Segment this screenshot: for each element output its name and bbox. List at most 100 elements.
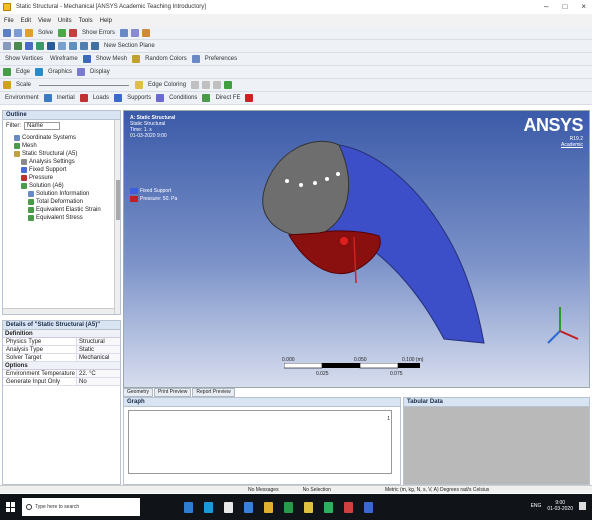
- windows-start-icon[interactable]: [6, 502, 16, 512]
- graphics-icon[interactable]: [35, 68, 44, 76]
- display-icon[interactable]: [77, 68, 86, 76]
- pan-icon[interactable]: [69, 42, 77, 50]
- edge-coloring-icon[interactable]: [135, 81, 144, 89]
- edge-button[interactable]: Edge: [16, 69, 30, 75]
- probe-result-icon[interactable]: [224, 81, 233, 89]
- graph-area[interactable]: [128, 410, 392, 474]
- wireframe-button[interactable]: Wireframe: [50, 56, 78, 62]
- clock[interactable]: 9:00 01-03-2020: [547, 500, 573, 512]
- edge-coloring-button[interactable]: Edge Coloring: [148, 82, 186, 88]
- error-icon[interactable]: [69, 29, 78, 37]
- outline-hscrollbar[interactable]: [3, 308, 114, 314]
- contour2-icon[interactable]: [202, 81, 211, 89]
- taskbar-app-icon[interactable]: [184, 501, 193, 513]
- solve-icon[interactable]: [25, 29, 33, 37]
- details-value[interactable]: Structural: [77, 338, 120, 345]
- tree-item[interactable]: Solution Information: [7, 190, 120, 198]
- taskbar-search[interactable]: Type here to search: [22, 498, 140, 516]
- maximize-button[interactable]: □: [562, 2, 567, 11]
- conditions-dropdown[interactable]: Conditions: [169, 95, 197, 101]
- graphics-viewport[interactable]: A: Static Structural Static Structural T…: [123, 110, 590, 388]
- taskbar-app-icon[interactable]: [324, 501, 333, 513]
- chart-icon[interactable]: [120, 29, 129, 37]
- close-button[interactable]: ×: [581, 2, 586, 11]
- loads-dropdown[interactable]: Loads: [93, 95, 109, 101]
- tree-item[interactable]: Analysis Settings: [7, 158, 120, 166]
- face-icon[interactable]: [36, 42, 44, 50]
- outline-scrollbar[interactable]: [114, 120, 120, 314]
- conditions-icon[interactable]: [156, 94, 165, 102]
- menu-file[interactable]: File: [4, 18, 14, 24]
- taskbar-app-icon[interactable]: [224, 501, 233, 513]
- random-colors-button[interactable]: Random Colors: [145, 56, 187, 62]
- language-indicator[interactable]: ENG: [531, 503, 542, 509]
- taskbar-app-icon[interactable]: [364, 501, 373, 513]
- label-icon[interactable]: [142, 29, 151, 37]
- menu-edit[interactable]: Edit: [21, 18, 31, 24]
- details-value[interactable]: Static Structural: [77, 346, 120, 353]
- graphics-button[interactable]: Graphics: [48, 69, 72, 75]
- new-section-plane-button[interactable]: New Section Plane: [104, 43, 155, 49]
- details-section-header[interactable]: Options: [3, 362, 120, 370]
- menu-view[interactable]: View: [38, 18, 51, 24]
- edge-select-icon[interactable]: [3, 68, 11, 76]
- tree-item[interactable]: Fixed Support: [7, 166, 120, 174]
- worksheet-icon[interactable]: [58, 29, 67, 37]
- taskbar-app-icon[interactable]: [244, 501, 253, 513]
- tree-item[interactable]: Pressure: [7, 174, 120, 182]
- tree-item[interactable]: Total Deformation: [7, 198, 120, 206]
- details-value[interactable]: Mechanical APDL: [77, 354, 120, 361]
- details-section-header[interactable]: Definition: [3, 330, 120, 338]
- taskbar-app-icon[interactable]: [264, 501, 273, 513]
- body-icon[interactable]: [47, 42, 55, 50]
- tree-item[interactable]: Solution (A6): [7, 182, 120, 190]
- inertial-dropdown[interactable]: Inertial: [57, 95, 75, 101]
- units-status[interactable]: Metric (m, kg, N, s, V, A) Degrees rad/s…: [385, 487, 489, 493]
- direct-fe-icon[interactable]: [202, 94, 211, 102]
- outline-scroll-thumb[interactable]: [116, 180, 120, 220]
- commands-icon[interactable]: [245, 94, 254, 102]
- loads-icon[interactable]: [79, 94, 88, 102]
- tree-item[interactable]: Equivalent Stress: [7, 214, 120, 222]
- probe-icon[interactable]: [131, 29, 140, 37]
- tree-item[interactable]: Static Structural (A5): [7, 150, 120, 158]
- edge-icon[interactable]: [25, 42, 33, 50]
- show-vertices-button[interactable]: Show Vertices: [5, 56, 43, 62]
- inertial-icon[interactable]: [43, 94, 52, 102]
- contour-icon[interactable]: [191, 81, 200, 89]
- show-mesh-button[interactable]: Show Mesh: [96, 56, 127, 62]
- save-icon[interactable]: [14, 29, 22, 37]
- filter-dropdown[interactable]: Name: [24, 122, 60, 130]
- solve-button[interactable]: Solve: [38, 30, 53, 36]
- messages-status[interactable]: No Messages: [248, 487, 279, 493]
- menu-tools[interactable]: Tools: [79, 18, 93, 24]
- direct-fe-dropdown[interactable]: Direct FE: [215, 95, 240, 101]
- tab-geometry[interactable]: Geometry: [123, 388, 153, 397]
- taskbar-app-icon[interactable]: [204, 501, 213, 513]
- taskbar-app-icon[interactable]: [304, 501, 313, 513]
- details-value[interactable]: 22. °C: [77, 370, 120, 377]
- tree-item[interactable]: Mesh: [7, 142, 120, 150]
- tree-item[interactable]: Equivalent Elastic Strain: [7, 206, 120, 214]
- show-errors-button[interactable]: Show Errors: [82, 30, 115, 36]
- display-button[interactable]: Display: [90, 69, 110, 75]
- notification-icon[interactable]: [579, 502, 586, 510]
- fit-icon[interactable]: [91, 42, 99, 50]
- axis-triad[interactable]: [547, 307, 579, 344]
- tab-print-preview[interactable]: Print Preview: [153, 388, 192, 397]
- result-icon[interactable]: [3, 81, 11, 89]
- preferences-button[interactable]: Preferences: [205, 56, 237, 62]
- minimize-button[interactable]: –: [544, 2, 548, 11]
- taskbar-app-icon[interactable]: [284, 501, 293, 513]
- tabular-area[interactable]: [404, 407, 589, 484]
- supports-icon[interactable]: [114, 94, 123, 102]
- supports-dropdown[interactable]: Supports: [127, 95, 151, 101]
- menu-help[interactable]: Help: [100, 18, 112, 24]
- tab-report-preview[interactable]: Report Preview: [192, 388, 235, 397]
- tree-item[interactable]: Coordinate Systems: [7, 134, 120, 142]
- open-icon[interactable]: [3, 29, 11, 37]
- rotate-icon[interactable]: [58, 42, 66, 50]
- scale-dropdown[interactable]: Scale: [16, 82, 31, 88]
- select-icon[interactable]: [3, 42, 11, 50]
- contour3-icon[interactable]: [213, 81, 222, 89]
